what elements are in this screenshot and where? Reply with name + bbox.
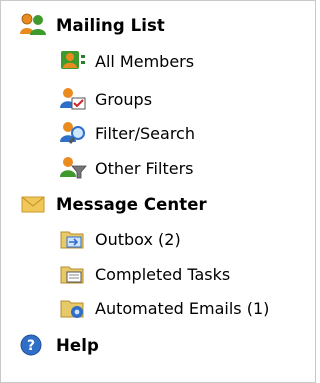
section-title: Help (56, 335, 99, 355)
section-mailing-list[interactable]: Mailing List (19, 12, 165, 38)
nav-item-completed-tasks[interactable]: Completed Tasks (59, 262, 230, 286)
nav-item-all-members[interactable]: All Members (59, 49, 194, 73)
nav-item-label: All Members (95, 51, 195, 71)
nav-item-label: Outbox (2) (95, 229, 181, 249)
section-title: Message Center (56, 194, 207, 214)
section-help[interactable]: ? Help (19, 332, 99, 358)
nav-item-automated-emails[interactable]: Automated Emails (1) (59, 296, 269, 320)
members-icon (59, 49, 87, 73)
nav-item-label: Completed Tasks (95, 264, 231, 284)
users-icon (19, 12, 47, 38)
section-message-center[interactable]: Message Center (19, 191, 207, 217)
nav-item-label: Other Filters (95, 158, 194, 178)
completed-folder-icon (59, 262, 87, 286)
nav-item-groups[interactable]: Groups (59, 87, 152, 111)
filter-search-icon (59, 121, 87, 145)
automated-folder-icon (59, 296, 87, 320)
nav-item-other-filters[interactable]: Other Filters (59, 156, 193, 180)
svg-text:?: ? (27, 338, 35, 354)
outbox-folder-icon (59, 227, 87, 251)
nav-item-label: Automated Emails (1) (95, 298, 270, 318)
navigation-panel: Mailing List All Members Groups Filter/S… (0, 0, 316, 383)
nav-item-label: Filter/Search (95, 123, 195, 143)
help-icon: ? (19, 332, 47, 358)
section-title: Mailing List (56, 15, 165, 35)
envelope-icon (19, 191, 47, 217)
funnel-filter-icon (59, 156, 87, 180)
groups-icon (59, 87, 87, 111)
nav-item-outbox[interactable]: Outbox (2) (59, 227, 181, 251)
nav-item-label: Groups (95, 89, 153, 109)
nav-item-filter-search[interactable]: Filter/Search (59, 121, 195, 145)
